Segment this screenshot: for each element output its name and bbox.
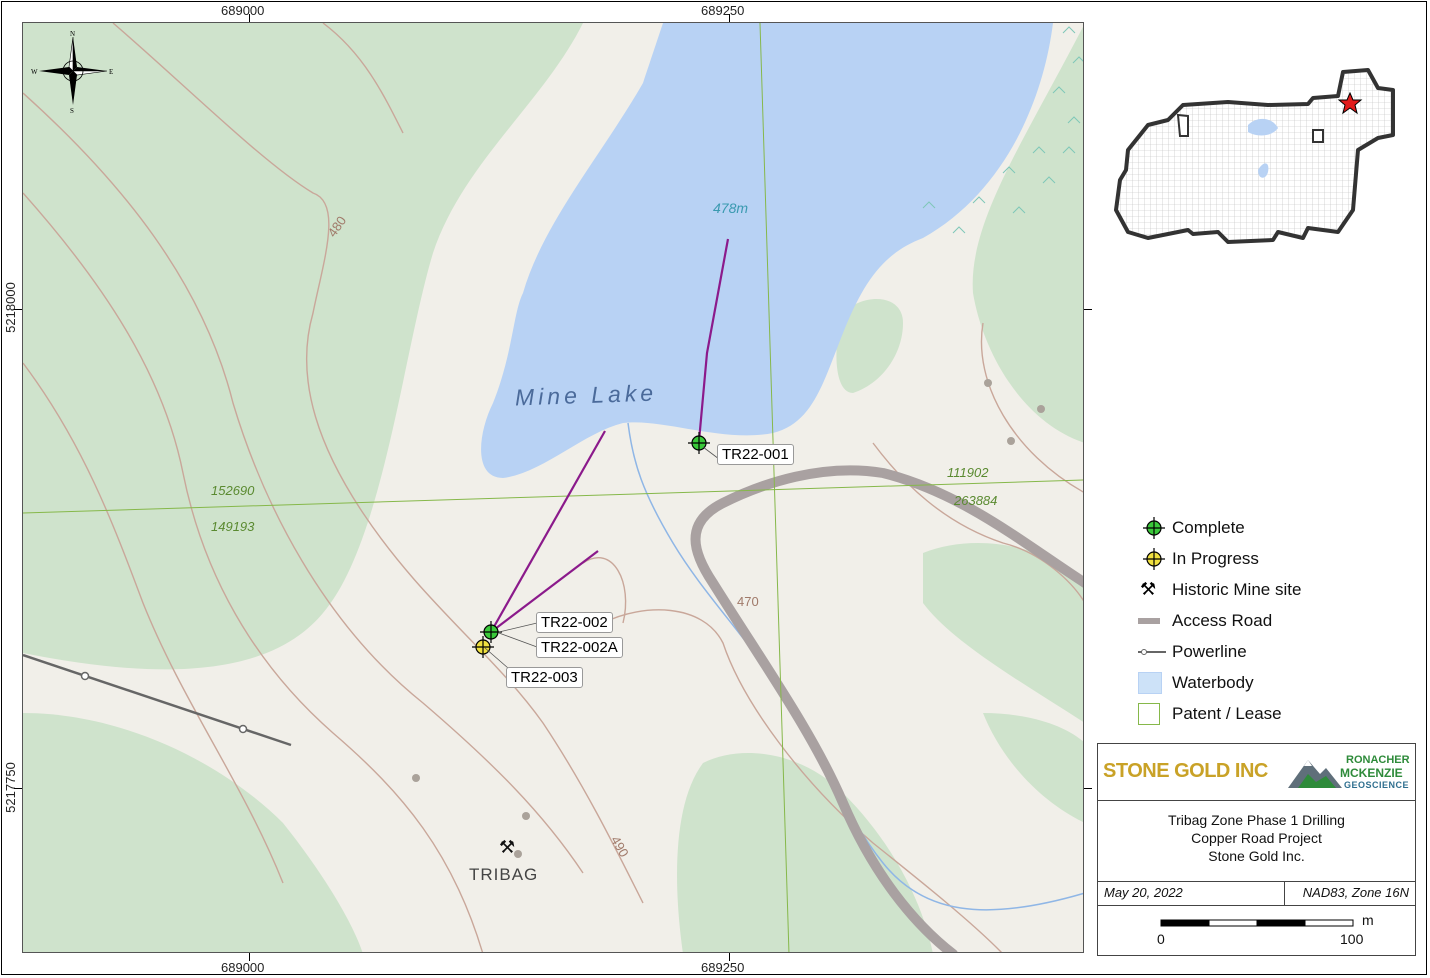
- tick: [14, 309, 22, 310]
- drillhole-label[interactable]: TR22-002: [536, 612, 613, 633]
- ronacher-mckenzie-logo: RONACHER MCKENZIE GEOSCIENCE: [1286, 752, 1412, 794]
- legend-label: Access Road: [1172, 610, 1273, 630]
- map-canvas[interactable]: N S W E Mine Lake 478m 480 470 490 15269…: [22, 22, 1084, 953]
- map-date: May 20, 2022: [1104, 885, 1183, 900]
- in-progress-drillhole-icon: [1143, 547, 1165, 570]
- stone-gold-logo: STONE GOLD INC: [1103, 760, 1268, 782]
- tick: [1084, 788, 1092, 789]
- complete-drillhole-icon: [1143, 516, 1165, 539]
- title-block: STONE GOLD INC RONACHER MCKENZIE GEOSCIE…: [1097, 743, 1416, 956]
- mountain-logo-icon: [1288, 760, 1342, 788]
- coord-left-upper: 5218000: [2, 282, 18, 333]
- legend-item-in-progress: In Progress: [1138, 543, 1418, 574]
- tick: [729, 14, 730, 22]
- coord-bottom-left: 689000: [221, 960, 265, 975]
- scale-bar: 0 100 m: [1098, 906, 1415, 956]
- legend-item-powerline: Powerline: [1138, 636, 1418, 667]
- scale-max: 100: [1340, 931, 1364, 947]
- title-line: Stone Gold Inc.: [1208, 848, 1305, 864]
- legend-item-complete: Complete: [1138, 512, 1418, 543]
- drillhole-label[interactable]: TR22-002A: [536, 637, 623, 658]
- tick: [729, 953, 730, 961]
- coord-top-right: 689250: [701, 3, 745, 18]
- legend-label: In Progress: [1172, 548, 1259, 568]
- legend: Complete In Progress ⚒ Historic Mine sit…: [1138, 512, 1418, 729]
- road-line-icon: [1138, 617, 1160, 624]
- powerline-icon: [1138, 648, 1166, 655]
- pick-axe-icon: ⚒: [1140, 579, 1157, 599]
- map-datum: NAD83, Zone 16N: [1302, 885, 1409, 900]
- patent-lease-swatch-icon: [1138, 702, 1160, 725]
- legend-label: Waterbody: [1172, 672, 1254, 692]
- drillhole-label[interactable]: TR22-001: [717, 444, 794, 465]
- coord-bottom-right: 689250: [701, 960, 745, 975]
- tick: [1084, 309, 1092, 310]
- inset-location-map: [1114, 68, 1395, 244]
- legend-label: Powerline: [1172, 641, 1247, 661]
- title-line: Tribag Zone Phase 1 Drilling: [1168, 812, 1345, 828]
- legend-label: Patent / Lease: [1172, 703, 1282, 723]
- label-leaders: [484, 446, 720, 669]
- map-metadata: May 20, 2022 NAD83, Zone 16N: [1098, 881, 1415, 906]
- coord-top-left: 689000: [221, 3, 265, 18]
- legend-item-historic-mine: ⚒ Historic Mine site: [1138, 574, 1418, 605]
- legend-item-waterbody: Waterbody: [1138, 667, 1418, 698]
- scale-min: 0: [1157, 931, 1165, 947]
- drillhole-label[interactable]: TR22-003: [506, 667, 583, 688]
- title-line: Copper Road Project: [1191, 830, 1322, 846]
- tick: [14, 788, 22, 789]
- legend-item-patent-lease: Patent / Lease: [1138, 698, 1418, 729]
- map-title: Tribag Zone Phase 1 Drilling Copper Road…: [1098, 801, 1415, 882]
- tick: [249, 14, 250, 22]
- legend-label: Historic Mine site: [1172, 579, 1302, 599]
- waterbody-swatch-icon: [1138, 671, 1162, 694]
- scale-unit: m: [1362, 912, 1374, 928]
- logo-row: STONE GOLD INC RONACHER MCKENZIE GEOSCIE…: [1098, 744, 1415, 801]
- tick: [249, 953, 250, 961]
- legend-item-access-road: Access Road: [1138, 605, 1418, 636]
- legend-label: Complete: [1172, 517, 1245, 537]
